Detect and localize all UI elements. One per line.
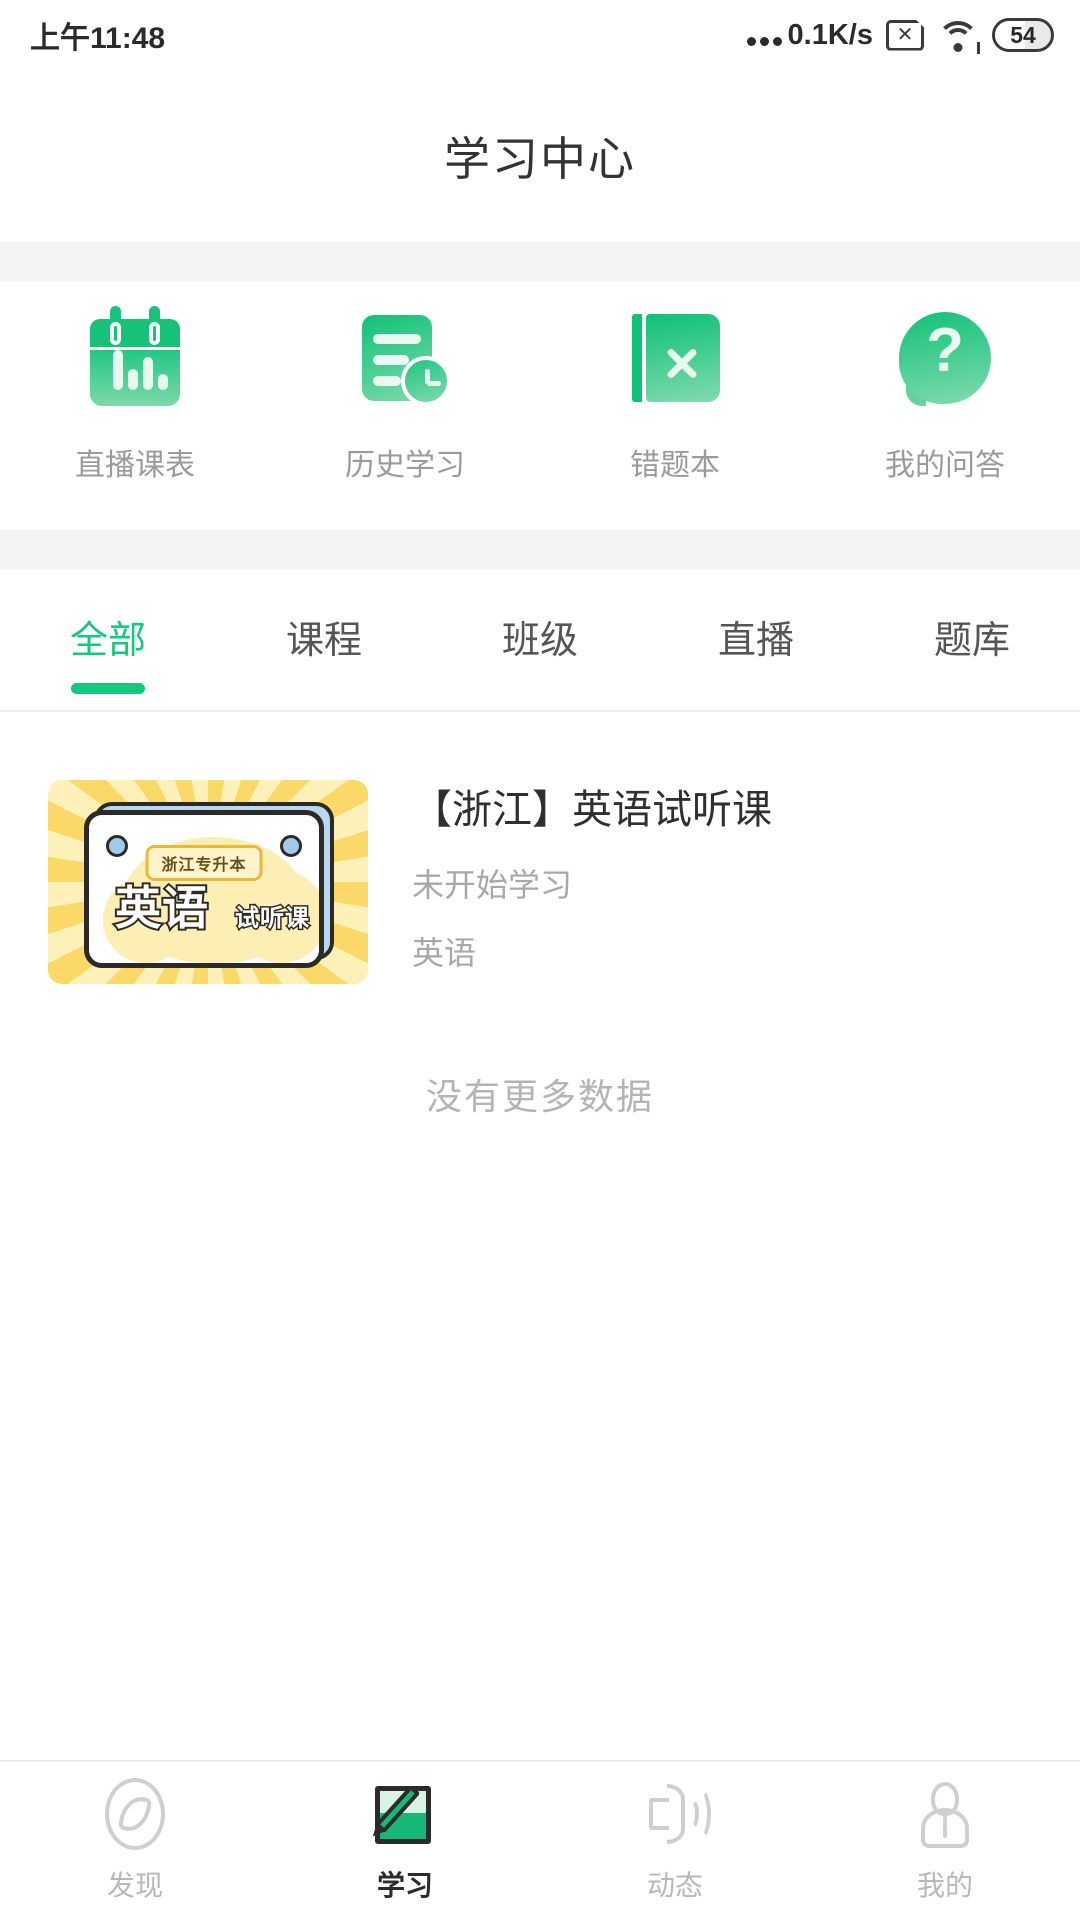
network-speed: 0.1K/s <box>746 18 873 52</box>
compass-icon <box>99 1778 171 1850</box>
tab-all[interactable]: 全部 <box>0 570 216 710</box>
tab-courses[interactable]: 课程 <box>216 570 432 710</box>
course-info: 【浙江】英语试听课 未开始学习 英语 <box>368 780 772 974</box>
document-clock-icon <box>353 306 457 410</box>
section-divider-top <box>0 242 1080 282</box>
nav-item-label: 动态 <box>646 1870 703 1901</box>
status-bar: 上午11:48 0.1K/s ✕ 54 <box>0 0 1080 70</box>
tab-label: 全部 <box>69 619 146 662</box>
quick-entry-label: 历史学习 <box>345 449 465 482</box>
quick-entry-my-qa[interactable]: ? 我的问答 <box>810 306 1080 484</box>
nav-item-discover[interactable]: 发现 <box>0 1778 270 1904</box>
person-icon <box>909 1778 981 1850</box>
card-front-layer: 浙江专升本 英语 试听课 <box>84 810 324 968</box>
tab-classes[interactable]: 班级 <box>432 570 648 710</box>
tab-label: 题库 <box>933 619 1010 662</box>
network-speed-text: 0.1K/s <box>787 18 873 51</box>
network-activity-dots-icon <box>746 36 782 52</box>
tab-question-bank[interactable]: 题库 <box>864 570 1080 710</box>
page-title: 学习中心 <box>444 133 636 185</box>
tab-label: 班级 <box>501 619 578 662</box>
list-item[interactable]: 浙江专升本 英语 试听课 【浙江】英语试听课 未开始学习 英语 <box>0 712 1080 984</box>
quick-entry-label: 错题本 <box>630 449 720 482</box>
calendar-chart-icon <box>83 306 187 410</box>
status-icons: 0.1K/s ✕ 54 <box>746 18 1054 54</box>
quick-entry-label: 我的问答 <box>885 449 1005 482</box>
nav-item-feed[interactable]: 动态 <box>540 1778 810 1904</box>
course-subject: 英语 <box>412 935 477 971</box>
status-time: 上午11:48 <box>30 22 166 55</box>
question-bubble-icon: ? <box>893 306 997 410</box>
quick-entry-live-schedule[interactable]: 直播课表 <box>0 306 270 484</box>
nav-item-label: 学习 <box>376 1870 433 1901</box>
sim-card-disabled-icon: ✕ <box>886 19 924 51</box>
battery-level-text: 54 <box>1010 21 1036 48</box>
thumbnail-main-text: 英语 <box>113 882 210 934</box>
nav-item-label: 发现 <box>106 1870 163 1901</box>
tab-live[interactable]: 直播 <box>648 570 864 710</box>
quick-entry-history[interactable]: 历史学习 <box>270 306 540 484</box>
notepad-pen-icon <box>369 1778 441 1850</box>
nav-item-profile[interactable]: 我的 <box>810 1778 1080 1904</box>
course-thumbnail: 浙江专升本 英语 试听课 <box>48 780 368 984</box>
quick-entry-mistake-book[interactable]: 错题本 <box>540 306 810 484</box>
page-header: 学习中心 <box>0 70 1080 242</box>
course-progress-status: 未开始学习 <box>412 867 573 903</box>
binder-hole-left-icon <box>106 835 128 857</box>
nav-item-study[interactable]: 学习 <box>270 1778 540 1904</box>
binder-hole-right-icon <box>280 835 302 857</box>
nav-item-label: 我的 <box>916 1870 973 1901</box>
bottom-navigation-bar: 发现 学习 动态 我的 <box>0 1760 1080 1920</box>
quick-entry-grid: 直播课表 历史学习 错题本 ? 我的问答 <box>0 282 1080 530</box>
tab-label: 课程 <box>285 619 362 662</box>
speaker-icon <box>639 1778 711 1850</box>
quick-entry-label: 直播课表 <box>75 449 195 482</box>
app-screen: 上午11:48 0.1K/s ✕ 54 学习中心 直播课表 历史学习 错题本 ?… <box>0 0 1080 1920</box>
category-tabs: 全部 课程 班级 直播 题库 <box>0 570 1080 712</box>
thumbnail-sub-text: 试听课 <box>234 905 311 932</box>
wifi-icon <box>937 19 980 54</box>
course-title: 【浙江】英语试听课 <box>412 788 772 832</box>
tab-active-underline <box>71 683 145 694</box>
list-footer-no-more-data: 没有更多数据 <box>425 1076 654 1117</box>
thumbnail-badge: 浙江专升本 <box>145 845 263 881</box>
notebook-cross-icon <box>623 306 727 410</box>
section-divider-middle <box>0 530 1080 570</box>
battery-icon: 54 <box>992 18 1054 52</box>
course-list: 浙江专升本 英语 试听课 【浙江】英语试听课 未开始学习 英语 没有更多数据 <box>0 712 1080 1760</box>
tab-label: 直播 <box>717 619 794 662</box>
